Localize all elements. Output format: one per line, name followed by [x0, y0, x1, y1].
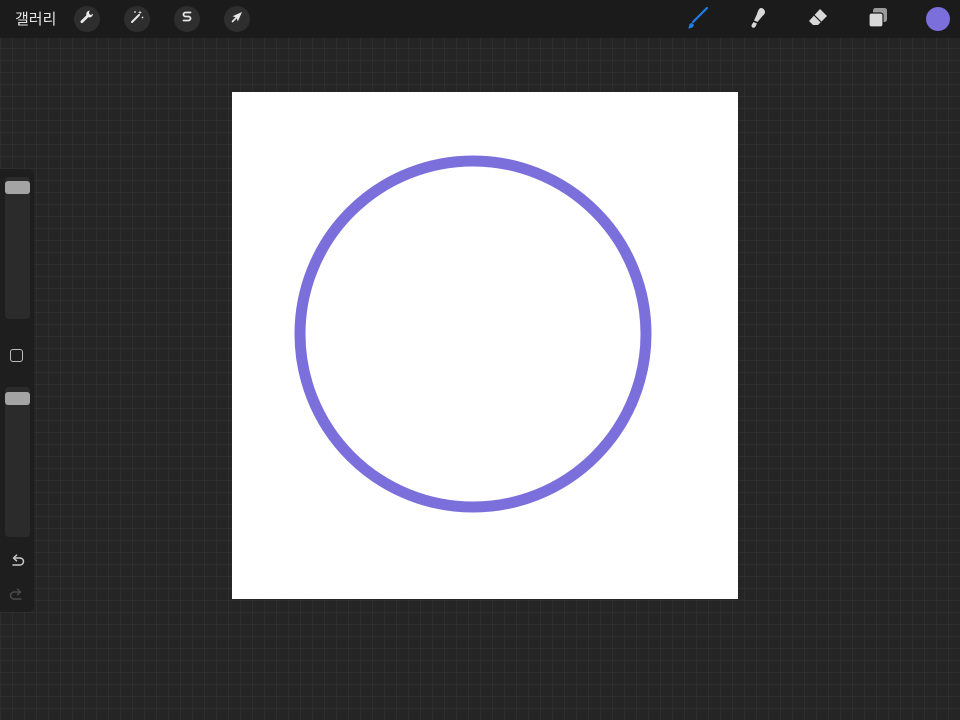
selection-s-icon — [179, 9, 195, 29]
brush-size-slider[interactable] — [5, 177, 30, 319]
left-sidebar — [0, 169, 34, 612]
actions-button[interactable] — [74, 6, 100, 32]
selection-button[interactable] — [174, 6, 200, 32]
layers-tool[interactable] — [864, 6, 892, 34]
smudge-tool[interactable] — [744, 6, 772, 34]
redo-button[interactable] — [8, 586, 26, 604]
top-toolbar: 갤러리 — [0, 0, 960, 38]
eraser-icon — [805, 5, 831, 35]
wrench-icon — [79, 9, 95, 29]
modify-button[interactable] — [10, 349, 23, 362]
procreate-app: 갤러리 — [0, 0, 960, 720]
arrow-cursor-icon — [229, 9, 245, 29]
undo-icon — [8, 554, 26, 574]
smudge-finger-icon — [745, 5, 771, 35]
layers-icon — [865, 5, 891, 35]
brush-icon — [685, 5, 711, 35]
canvas-artwork — [294, 155, 652, 513]
magic-wand-icon — [129, 9, 145, 29]
color-picker-swatch[interactable] — [926, 7, 950, 31]
redo-icon — [8, 588, 26, 608]
purple-circle-stroke — [294, 155, 652, 513]
transform-button[interactable] — [224, 6, 250, 32]
eraser-tool[interactable] — [804, 6, 832, 34]
brush-size-handle[interactable] — [5, 181, 30, 194]
gallery-button[interactable]: 갤러리 — [15, 9, 56, 29]
adjustments-button[interactable] — [124, 6, 150, 32]
brush-tool[interactable] — [684, 6, 712, 34]
undo-button[interactable] — [8, 552, 26, 570]
opacity-slider[interactable] — [5, 387, 30, 537]
drawing-canvas[interactable] — [232, 92, 738, 599]
opacity-handle[interactable] — [5, 392, 30, 405]
